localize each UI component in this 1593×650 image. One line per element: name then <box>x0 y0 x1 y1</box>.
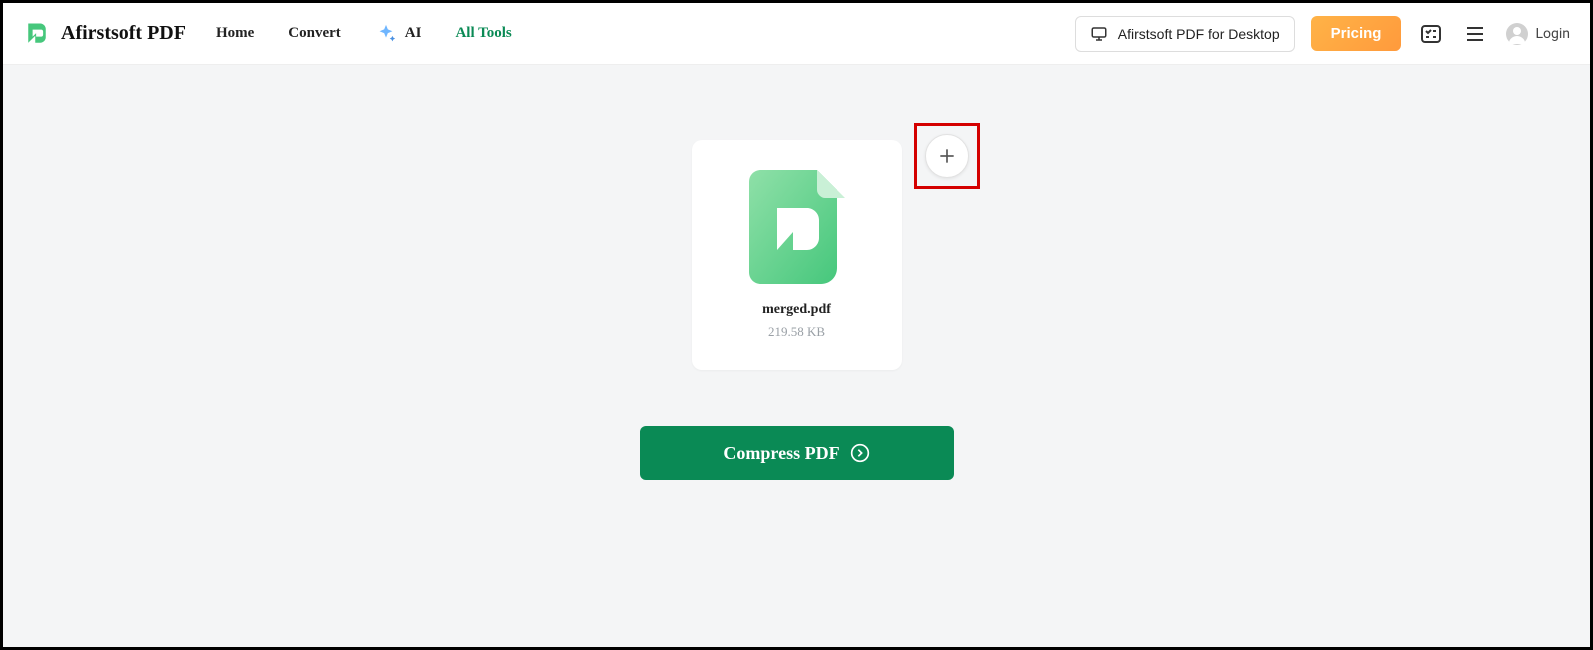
file-card[interactable]: merged.pdf 219.58 KB <box>692 140 902 370</box>
header: Afirstsoft PDF Home Convert AI All Tools… <box>3 3 1590 65</box>
hamburger-icon <box>1463 22 1487 46</box>
brand-logo[interactable]: Afirstsoft PDF <box>23 20 186 48</box>
file-area: merged.pdf 219.58 KB <box>692 140 902 370</box>
avatar-icon <box>1505 22 1529 46</box>
logo-icon <box>23 20 51 48</box>
add-button-highlight <box>914 123 980 189</box>
sparkle-icon <box>375 23 397 45</box>
monitor-icon <box>1090 25 1108 43</box>
add-file-button[interactable] <box>925 134 969 178</box>
file-name: merged.pdf <box>762 302 831 318</box>
login-button[interactable]: Login <box>1505 22 1570 46</box>
menu-button[interactable] <box>1461 20 1489 48</box>
compress-label: Compress PDF <box>723 443 839 464</box>
tasks-button[interactable] <box>1417 20 1445 48</box>
nav-ai-label: AI <box>405 25 422 42</box>
login-label: Login <box>1535 26 1570 42</box>
compress-pdf-button[interactable]: Compress PDF <box>640 426 954 480</box>
nav-home[interactable]: Home <box>216 25 254 42</box>
main-area: merged.pdf 219.58 KB Compress PDF <box>3 65 1590 647</box>
top-nav: Home Convert AI All Tools <box>216 23 512 45</box>
nav-all-tools[interactable]: All Tools <box>455 25 511 42</box>
brand-name: Afirstsoft PDF <box>61 22 186 45</box>
file-size: 219.58 KB <box>768 324 825 340</box>
pricing-button[interactable]: Pricing <box>1311 16 1402 51</box>
list-check-icon <box>1419 22 1443 46</box>
plus-icon <box>937 146 957 166</box>
nav-ai[interactable]: AI <box>375 23 422 45</box>
pdf-file-icon <box>749 170 845 284</box>
desktop-app-label: Afirstsoft PDF for Desktop <box>1118 26 1280 42</box>
desktop-app-button[interactable]: Afirstsoft PDF for Desktop <box>1075 16 1295 52</box>
nav-convert[interactable]: Convert <box>288 25 341 42</box>
arrow-right-circle-icon <box>850 443 870 463</box>
header-actions: Afirstsoft PDF for Desktop Pricing Login <box>1075 16 1570 52</box>
